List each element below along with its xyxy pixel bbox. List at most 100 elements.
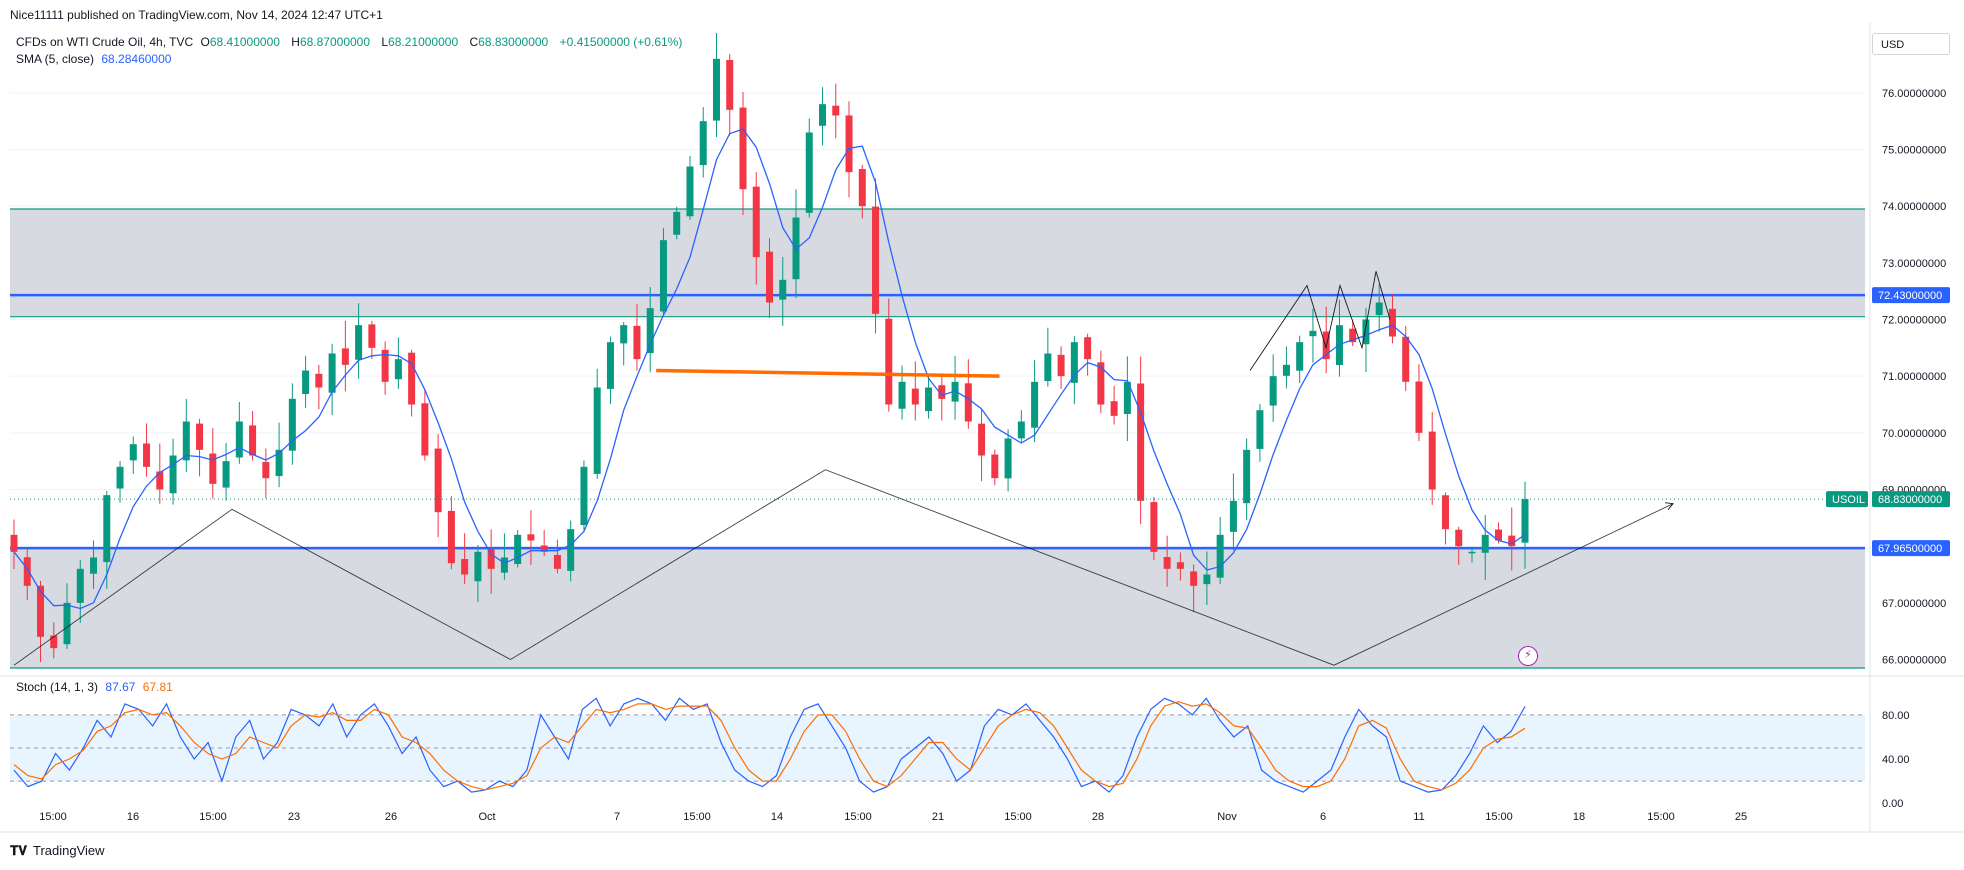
high-value: 68.87000000	[299, 35, 371, 49]
candle-body	[527, 534, 535, 541]
orange-trendline	[656, 368, 1000, 378]
chart-canvas[interactable]: 66.0000000067.0000000068.0000000069.0000…	[0, 0, 1964, 870]
stoch-tick-label: 0.00	[1882, 798, 1903, 810]
candle-body	[1388, 308, 1396, 337]
candle-body	[182, 421, 190, 461]
candle-body	[368, 324, 376, 348]
close-label: C	[469, 35, 479, 49]
time-tick-label: 15:00	[199, 811, 227, 823]
publisher-caption: Nice11111 published on TradingView.com, …	[10, 8, 383, 22]
price-tick-label: 75.00000000	[1882, 145, 1946, 157]
candle-body	[819, 104, 827, 126]
candle-body	[10, 534, 18, 552]
candle-body	[726, 59, 734, 110]
candle-body	[845, 115, 853, 173]
symbol-tag-label: USOIL	[1832, 494, 1865, 506]
stoch-tick-label: 80.00	[1882, 710, 1910, 722]
candle-body	[885, 318, 893, 405]
support-zone	[10, 548, 1865, 668]
candle-body	[712, 58, 720, 121]
tradingview-logo-icon: 𝐓𝐕	[10, 843, 27, 858]
candle-body	[606, 342, 614, 389]
candle-body	[1415, 381, 1423, 433]
candle-body	[1282, 364, 1290, 376]
candle-body	[63, 602, 71, 645]
lightning-icon[interactable]: ⚡	[1518, 646, 1538, 666]
candle-body	[514, 534, 522, 565]
resistance-zone	[10, 209, 1865, 317]
candle-body	[925, 387, 933, 412]
candle-body	[553, 554, 561, 569]
candle-body	[858, 169, 866, 207]
candle-body	[408, 352, 416, 405]
candle-body	[1216, 534, 1224, 578]
candle-body	[1428, 431, 1436, 490]
stoch-d-value: 67.81	[142, 680, 173, 694]
sma-label: SMA (5, close)	[16, 52, 95, 66]
candle-body	[129, 444, 137, 461]
candle-body	[1031, 381, 1039, 428]
last-price-label: 68.83000000	[1878, 494, 1942, 506]
time-tick-label: 21	[932, 811, 944, 823]
sma-legend[interactable]: SMA (5, close) 68.28460000	[16, 52, 175, 66]
candle-body	[1057, 354, 1065, 377]
candle-body	[447, 510, 455, 564]
candle-body	[169, 455, 177, 494]
candle-body	[1137, 383, 1145, 501]
time-tick-label: 15:00	[1647, 811, 1675, 823]
candle-body	[355, 325, 363, 360]
time-tick-label: 15:00	[683, 811, 711, 823]
time-tick-label: 25	[1735, 811, 1747, 823]
candle-body	[143, 443, 151, 467]
time-tick-label: Nov	[1217, 811, 1237, 823]
candle-body	[805, 132, 813, 213]
candle-body	[1190, 571, 1198, 586]
candle-body	[1150, 502, 1158, 552]
level-price-label: 67.96500000	[1878, 543, 1942, 555]
candle-body	[991, 454, 999, 479]
price-tick-label: 70.00000000	[1882, 428, 1946, 440]
candle-body	[1455, 529, 1463, 547]
brand-label: TradingView	[33, 843, 105, 858]
candle-body	[394, 359, 402, 380]
currency-selector[interactable]: USD	[1872, 33, 1950, 55]
candle-body	[116, 466, 124, 489]
candle-body	[1163, 557, 1171, 569]
candle-body	[90, 557, 98, 574]
time-tick-label: 28	[1092, 811, 1104, 823]
price-tick-label: 67.00000000	[1882, 598, 1946, 610]
candle-body	[1243, 449, 1251, 504]
candle-body	[434, 448, 442, 513]
candle-body	[832, 105, 840, 116]
candle-body	[620, 325, 628, 344]
candle-body	[766, 251, 773, 303]
candle-body	[1269, 376, 1277, 406]
candle-body	[567, 529, 575, 571]
candle-body	[302, 370, 310, 395]
candle-body	[474, 551, 482, 582]
time-tick-label: 26	[385, 811, 397, 823]
candle-body	[1441, 495, 1449, 530]
instrument-legend[interactable]: CFDs on WTI Crude Oil, 4h, TVC O68.41000…	[16, 35, 686, 49]
candle-body	[249, 425, 257, 456]
candle-body	[1508, 535, 1516, 547]
candle-body	[1044, 353, 1052, 382]
candle-body	[872, 206, 880, 314]
candle-body	[1468, 551, 1476, 554]
high-label: H	[291, 35, 300, 49]
candle-body	[328, 353, 336, 393]
candle-body	[964, 383, 972, 422]
stoch-legend[interactable]: Stoch (14, 1, 3) 87.67 67.81	[16, 680, 177, 694]
candle-body	[580, 466, 588, 526]
candle-body	[1004, 438, 1012, 479]
price-tick-label: 76.00000000	[1882, 88, 1946, 100]
change-value: +0.41500000 (+0.61%)	[559, 35, 683, 49]
candle-body	[1309, 330, 1317, 337]
price-tick-label: 73.00000000	[1882, 258, 1946, 270]
candle-body	[633, 325, 641, 360]
stoch-k-value: 87.67	[105, 680, 136, 694]
candle-body	[487, 549, 495, 569]
candle-body	[315, 373, 323, 388]
instrument-title: CFDs on WTI Crude Oil, 4h, TVC	[16, 35, 194, 49]
candle-body	[421, 403, 429, 456]
